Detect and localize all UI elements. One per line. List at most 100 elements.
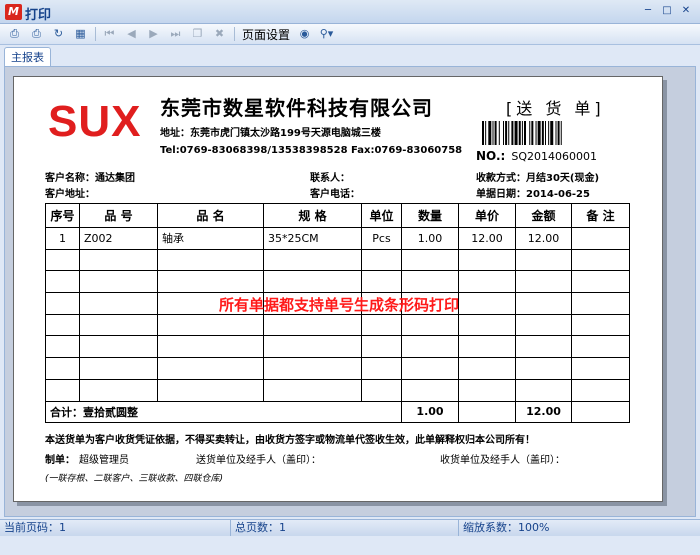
column-header: 备 注 (571, 203, 630, 228)
window-title: 打印 (25, 8, 52, 23)
table-cell (45, 313, 80, 337)
print-preview-icon[interactable]: ⎙ (28, 26, 45, 42)
table-cell: 35*25CM (263, 227, 362, 250)
next-page-icon[interactable]: ▶ (145, 26, 162, 42)
table-cell: 轴承 (157, 227, 264, 250)
table-cell (515, 335, 572, 359)
table-cell (263, 270, 362, 294)
table-cell (401, 378, 459, 402)
table-cell (361, 357, 402, 380)
total-label: 合计：壹拾贰圆整 (45, 400, 402, 424)
tab-main-report[interactable]: 主报表 (4, 47, 51, 67)
table-cell: 12.00 (515, 227, 572, 250)
print-icon[interactable]: ⎙ (6, 26, 23, 42)
company-phone: Tel:0769-83068398/13538398528 Fax:0769-8… (160, 145, 463, 156)
close-icon[interactable]: ✖ (211, 26, 228, 42)
app-logo-icon: M (5, 4, 22, 20)
table-cell (45, 378, 80, 402)
total-row: 合计：壹拾贰圆整 1.00 12.00 (45, 400, 630, 424)
table-cell (361, 378, 402, 402)
table-cell (458, 357, 516, 380)
table-row (45, 313, 630, 337)
table-cell (79, 357, 158, 380)
window-bottom (0, 536, 700, 555)
document-number: NO.: SQ2014060001 (476, 149, 597, 163)
copy-icon[interactable]: ❐ (189, 26, 206, 42)
customer-address: 客户地址： (45, 189, 95, 200)
report-viewport[interactable]: SUX 东莞市数星软件科技有限公司 [送 货 单] 地址：东莞市虎门镇太沙路19… (4, 66, 696, 517)
refresh-icon[interactable]: ↻ (50, 26, 67, 42)
table-cell (401, 357, 459, 380)
title-bar: M 打印 ─ □ ✕ (0, 0, 700, 24)
total-pages: 总页数：1 (231, 520, 459, 537)
table-cell (515, 270, 572, 294)
table-cell (79, 313, 158, 337)
close-window-icon[interactable]: ✕ (678, 3, 694, 18)
table-cell (571, 248, 630, 272)
table-cell (157, 357, 264, 380)
table-cell (157, 378, 264, 402)
receiver-signature: 收货单位及经手人（盖印）： (440, 455, 565, 466)
table-cell: Z002 (79, 227, 158, 250)
report-page: SUX 东莞市数星软件科技有限公司 [送 货 单] 地址：东莞市虎门镇太沙路19… (13, 76, 663, 502)
table-cell (458, 248, 516, 272)
find-icon[interactable]: ◉ (296, 26, 313, 42)
table-cell (263, 378, 362, 402)
table-cell (157, 248, 264, 272)
table-cell (458, 270, 516, 294)
table-cell (263, 335, 362, 359)
table-cell (571, 313, 630, 337)
maximize-icon[interactable]: □ (659, 3, 675, 18)
document-number-value: SQ2014060001 (511, 150, 597, 163)
toolbar-separator (95, 27, 96, 41)
first-page-icon[interactable]: ⏮ (101, 26, 118, 42)
export-icon[interactable]: ▦ (72, 26, 89, 42)
table-cell (45, 357, 80, 380)
column-header: 品 号 (79, 203, 158, 228)
table-cell (401, 270, 459, 294)
table-cell (79, 248, 158, 272)
maker-name: 超级管理员 (79, 455, 129, 466)
table-cell (515, 357, 572, 380)
toolbar-separator (234, 27, 235, 41)
sender-signature: 送货单位及经手人（盖印）： (196, 455, 321, 466)
table-cell (571, 227, 630, 250)
company-name: 东莞市数星软件科技有限公司 (160, 96, 433, 120)
total-quantity: 1.00 (401, 400, 459, 424)
zoom-level: 缩放系数：100% (463, 521, 550, 534)
table-cell: 1.00 (401, 227, 459, 250)
current-page: 当前页码：1 (0, 520, 231, 537)
last-page-icon[interactable]: ⏭ (167, 26, 184, 42)
table-header: 序号品 号品 名规 格单位 数量 单价 金额备 注 (45, 203, 630, 228)
table-cell (458, 335, 516, 359)
table-cell (263, 313, 362, 337)
payment-method: 收款方式：月结30天(现金) (476, 173, 600, 184)
page-setup-button[interactable]: 页面设置 (242, 26, 290, 43)
table-row (45, 357, 630, 380)
table-row (45, 335, 630, 359)
table-row (45, 248, 630, 272)
zoom-icon[interactable]: ⚲▾ (318, 26, 335, 42)
table-cell (458, 400, 516, 424)
table-cell (361, 270, 402, 294)
table-cell: 1 (45, 227, 80, 250)
table-cell (361, 313, 402, 337)
table-row (45, 378, 630, 402)
contact-person: 联系人： (310, 173, 350, 184)
maker-label: 制单： 超级管理员 (45, 451, 129, 466)
table-cell (361, 335, 402, 359)
column-header: 金额 (515, 203, 572, 228)
column-header: 序号 (45, 203, 80, 228)
document-number-label: NO.: (476, 149, 506, 163)
column-header: 品 名 (157, 203, 264, 228)
column-header: 单位 (361, 203, 402, 228)
table-cell (157, 313, 264, 337)
customer-phone: 客户电话： (310, 189, 360, 200)
table-cell (401, 248, 459, 272)
table-cell (79, 270, 158, 294)
table-cell: 12.00 (458, 227, 516, 250)
table-cell (515, 248, 572, 272)
minimize-icon[interactable]: ─ (640, 3, 656, 18)
prev-page-icon[interactable]: ◀ (123, 26, 140, 42)
tab-strip: 主报表 (0, 45, 700, 67)
